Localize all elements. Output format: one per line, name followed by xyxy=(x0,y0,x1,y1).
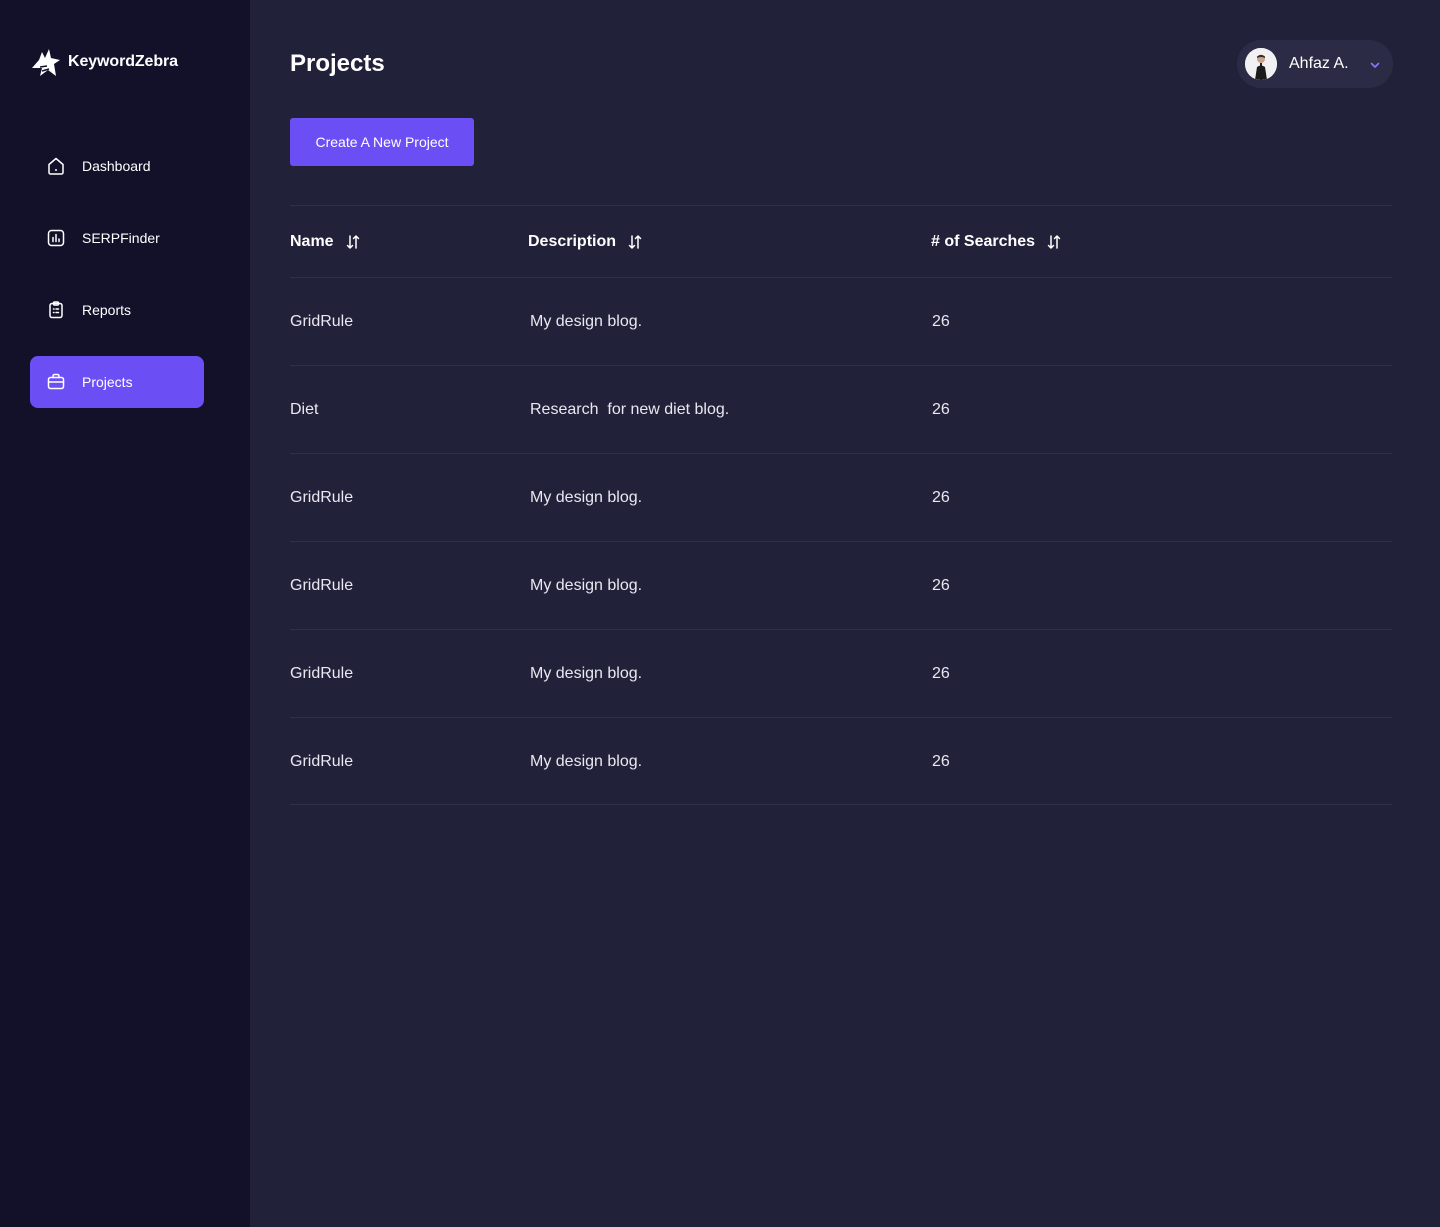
zebra-logo-icon xyxy=(30,46,62,78)
cell-description: My design blog. xyxy=(530,577,643,594)
cell-name: GridRule xyxy=(290,753,354,770)
user-name: Ahfaz A. xyxy=(1289,55,1349,72)
cell-searches: 26 xyxy=(932,753,950,770)
table-row[interactable]: GridRule My design blog. 26 xyxy=(290,541,1392,629)
table-row[interactable]: GridRule My design blog. 26 xyxy=(290,629,1392,717)
cell-description: My design blog. xyxy=(530,665,643,682)
sidebar-item-projects[interactable]: Projects xyxy=(30,356,204,408)
cell-name: GridRule xyxy=(290,313,354,330)
cell-description: My design blog. xyxy=(530,489,643,506)
sidebar: KeywordZebra Dashboard SERPFinder Report… xyxy=(0,0,250,1227)
column-header-searches: # of Searches xyxy=(931,206,1061,278)
sort-icon[interactable] xyxy=(628,234,642,250)
user-menu[interactable]: Ahfaz A. xyxy=(1237,40,1393,88)
sort-icon[interactable] xyxy=(346,234,360,250)
sidebar-item-serpfinder[interactable]: SERPFinder xyxy=(30,212,204,264)
projects-table: Name Description # of Searches GridRule … xyxy=(290,205,1392,805)
cell-searches: 26 xyxy=(932,401,950,418)
brand-logo[interactable]: KeywordZebra xyxy=(30,46,178,78)
cell-searches: 26 xyxy=(932,489,950,506)
cell-searches: 26 xyxy=(932,665,950,682)
avatar xyxy=(1245,48,1277,80)
bar-chart-icon xyxy=(46,228,66,248)
clipboard-icon xyxy=(46,300,66,320)
create-project-button[interactable]: Create A New Project xyxy=(290,118,474,166)
cell-name: GridRule xyxy=(290,489,354,506)
page-title: Projects xyxy=(290,50,385,77)
cell-description: Research for new diet blog. xyxy=(530,401,730,418)
sidebar-item-label: Projects xyxy=(82,374,133,390)
table-header: Name Description # of Searches xyxy=(290,205,1392,277)
chevron-down-icon xyxy=(1369,58,1381,76)
sidebar-item-label: Dashboard xyxy=(82,158,151,174)
home-icon xyxy=(46,156,66,176)
cell-description: My design blog. xyxy=(530,753,643,770)
table-row[interactable]: Diet Research for new diet blog. 26 xyxy=(290,365,1392,453)
table-row[interactable]: GridRule My design blog. 26 xyxy=(290,717,1392,805)
sidebar-item-label: SERPFinder xyxy=(82,230,160,246)
cell-searches: 26 xyxy=(932,577,950,594)
briefcase-icon xyxy=(46,372,66,392)
sidebar-item-dashboard[interactable]: Dashboard xyxy=(30,140,204,192)
cell-name: GridRule xyxy=(290,577,354,594)
cell-name: Diet xyxy=(290,401,319,418)
column-header-description: Description xyxy=(528,206,642,278)
sidebar-item-reports[interactable]: Reports xyxy=(30,284,204,336)
table-row[interactable]: GridRule My design blog. 26 xyxy=(290,453,1392,541)
cell-description: My design blog. xyxy=(530,313,643,330)
brand-name: KeywordZebra xyxy=(68,53,178,70)
column-header-name: Name xyxy=(290,206,360,278)
cell-searches: 26 xyxy=(932,313,950,330)
cell-name: GridRule xyxy=(290,665,354,682)
sort-icon[interactable] xyxy=(1047,234,1061,250)
sidebar-item-label: Reports xyxy=(82,302,132,318)
table-row[interactable]: GridRule My design blog. 26 xyxy=(290,277,1392,365)
